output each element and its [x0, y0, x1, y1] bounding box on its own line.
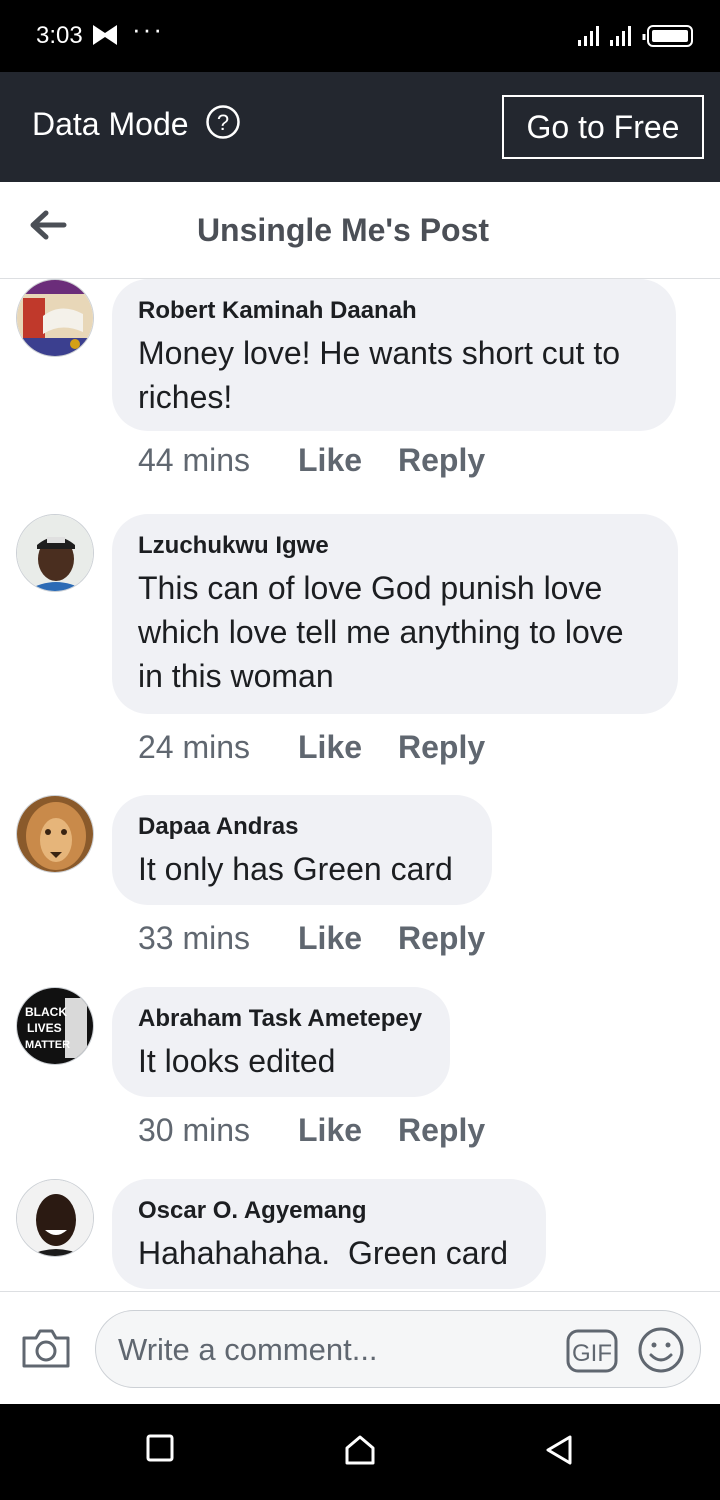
- comment-author[interactable]: Robert Kaminah Daanah: [138, 297, 650, 325]
- comment-time: 44 mins: [138, 442, 251, 478]
- reply-button[interactable]: Reply: [398, 1112, 485, 1149]
- comment-text: It looks edited: [138, 1043, 336, 1079]
- comment-author[interactable]: Abraham Task Ametepey: [138, 1005, 424, 1033]
- help-icon[interactable]: ?: [205, 104, 241, 145]
- comment-bubble[interactable]: Lzuchukwu Igwe This can of love God puni…: [112, 514, 678, 714]
- like-button[interactable]: Like: [298, 442, 362, 479]
- comment-bubble[interactable]: Oscar O. Agyemang Hahahahaha. Green card: [112, 1179, 546, 1289]
- avatar[interactable]: [16, 1179, 94, 1257]
- status-indicators: [578, 22, 698, 53]
- status-time: 3:03: [36, 22, 83, 49]
- svg-text:GIF: GIF: [572, 1340, 612, 1367]
- like-button[interactable]: Like: [298, 729, 362, 766]
- comment-text: This can of love God punish love which l…: [138, 570, 624, 694]
- comment-text: It only has Green card: [138, 851, 453, 887]
- comment-input-box[interactable]: GIF: [95, 1310, 701, 1388]
- like-button[interactable]: Like: [298, 1112, 362, 1149]
- like-button[interactable]: Like: [298, 920, 362, 957]
- avatar[interactable]: [16, 514, 94, 592]
- signal-icon-2: [610, 26, 631, 46]
- comment-author[interactable]: Oscar O. Agyemang: [138, 1197, 520, 1225]
- comment-bubble[interactable]: Dapaa Andras It only has Green card: [112, 795, 492, 905]
- gif-button[interactable]: GIF: [566, 1327, 618, 1380]
- comment-text: Hahahahaha. Green card: [138, 1235, 509, 1271]
- comment-author[interactable]: Dapaa Andras: [138, 813, 466, 841]
- comment-author[interactable]: Lzuchukwu Igwe: [138, 532, 652, 560]
- avatar-badge-text: BLACK: [25, 1005, 67, 1019]
- reply-button[interactable]: Reply: [398, 442, 485, 479]
- comment-time: 30 mins: [138, 1112, 251, 1148]
- more-notifications-icon: ···: [132, 14, 164, 44]
- avatar[interactable]: [16, 795, 94, 873]
- emoji-icon[interactable]: [636, 1325, 686, 1380]
- svg-text:?: ?: [217, 110, 229, 135]
- page-title: Unsingle Me's Post: [196, 212, 490, 248]
- battery-icon: [642, 25, 693, 47]
- go-to-free-button[interactable]: Go to Free: [502, 95, 704, 159]
- reply-button[interactable]: Reply: [398, 729, 485, 766]
- avatar[interactable]: [16, 279, 94, 357]
- comment-bubble[interactable]: Robert Kaminah Daanah Money love! He wan…: [112, 279, 676, 431]
- bowtie-icon: [92, 24, 118, 51]
- comment-time: 33 mins: [138, 920, 251, 956]
- data-mode-label: Data Mode: [32, 106, 189, 142]
- status-bar: 3:03 ···: [0, 0, 720, 72]
- comments-list: Robert Kaminah Daanah Money love! He wan…: [0, 279, 720, 1291]
- signal-icon: [578, 26, 599, 46]
- comment-bubble[interactable]: Abraham Task Ametepey It looks edited: [112, 987, 450, 1097]
- comment-composer: GIF: [0, 1291, 720, 1405]
- comment-input[interactable]: [116, 1325, 550, 1375]
- reply-button[interactable]: Reply: [398, 920, 485, 957]
- data-mode-banner: Data Mode ? Go to Free: [0, 72, 720, 182]
- comment-text: Money love! He wants short cut to riches…: [138, 335, 620, 415]
- camera-icon[interactable]: [20, 1326, 72, 1375]
- comment-time: 24 mins: [138, 729, 251, 765]
- avatar[interactable]: BLACK LIVES MATTER: [16, 987, 94, 1065]
- post-header: Unsingle Me's Post: [0, 182, 720, 279]
- back-nav-icon[interactable]: [544, 1434, 574, 1471]
- recents-icon[interactable]: [146, 1434, 174, 1467]
- system-nav-bar: [0, 1404, 720, 1500]
- home-icon[interactable]: [344, 1434, 376, 1471]
- svg-text:LIVES: LIVES: [27, 1021, 62, 1035]
- svg-text:MATTER: MATTER: [25, 1039, 70, 1051]
